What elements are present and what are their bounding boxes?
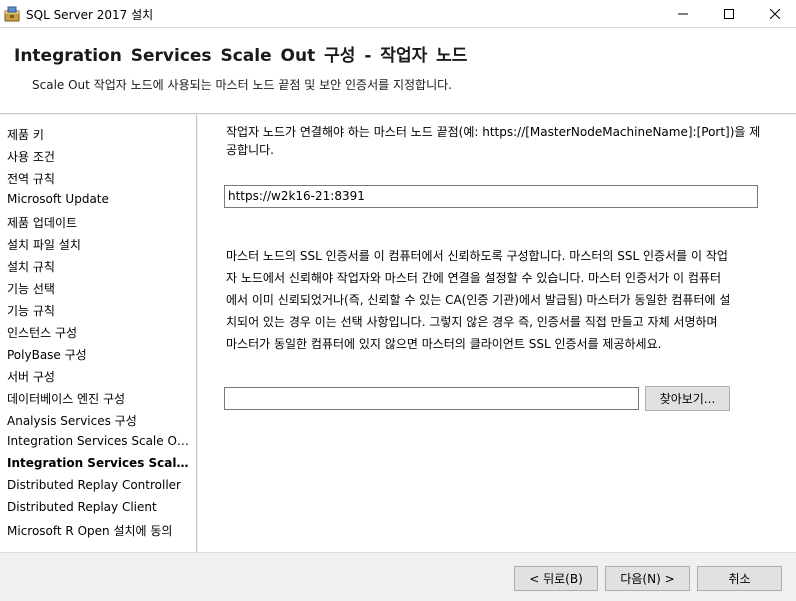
sidebar-item-microsoft-update[interactable]: Microsoft Update [7,192,193,206]
certificate-description: 마스터 노드의 SSL 인증서를 이 컴퓨터에서 신뢰하도록 구성합니다. 마스… [226,245,730,355]
sidebar-item-distributed-replay-client[interactable]: Distributed Replay Client [7,500,193,514]
page-title: Integration Services Scale Out 구성 - 작업자 … [14,46,468,66]
sidebar-item-scale-out-master[interactable]: Integration Services Scale Out ... [7,434,193,448]
sidebar-item-instance-configuration[interactable]: 인스턴스 구성 [7,324,193,341]
sidebar-item-product-key[interactable]: 제품 키 [7,126,193,143]
sidebar-item-install-setup-files[interactable]: 설치 파일 설치 [7,236,193,253]
next-button[interactable]: 다음(N) > [605,566,690,591]
certificate-description-line: 자 노드에서 신뢰해야 작업자와 마스터 간에 연결을 설정할 수 있습니다. … [226,271,722,285]
sidebar-item-server-configuration[interactable]: 서버 구성 [7,368,193,385]
sidebar-item-feature-selection[interactable]: 기능 선택 [7,280,193,297]
setup-steps-sidebar: 제품 키 사용 조건 전역 규칙 Microsoft Update 제품 업데이… [0,115,197,552]
sidebar-item-distributed-replay-controller[interactable]: Distributed Replay Controller [7,478,193,492]
endpoint-instruction-line: 공합니다. [226,143,274,157]
page-subtitle: Scale Out 작업자 노드에 사용되는 마스터 노드 끝점 및 보안 인증… [32,78,452,92]
sidebar-item-install-rules[interactable]: 설치 규칙 [7,258,193,275]
minimize-icon [678,13,688,15]
certificate-description-line: 치되어 있는 경우 이는 선택 사항입니다. 그렇지 않은 경우 즉, 인증서를… [226,315,718,329]
sidebar-item-scale-out-worker[interactable]: Integration Services Scale O... [7,456,193,470]
sidebar-item-database-engine-configuration[interactable]: 데이터베이스 엔진 구성 [7,390,193,407]
sql-server-setup-icon [4,6,20,22]
sidebar-item-analysis-services-configuration[interactable]: Analysis Services 구성 [7,412,193,429]
window-title: SQL Server 2017 설치 [26,8,154,22]
cancel-button[interactable]: 취소 [697,566,782,591]
page-header: Integration Services Scale Out 구성 - 작업자 … [0,28,796,114]
certificate-description-line: 마스터 노드의 SSL 인증서를 이 컴퓨터에서 신뢰하도록 구성합니다. 마스… [226,249,728,263]
maximize-button[interactable] [706,0,752,28]
sidebar-item-microsoft-r-open-consent[interactable]: Microsoft R Open 설치에 동의 [7,522,193,539]
certificate-description-line: 마스터가 동일한 컴퓨터에 있지 않으면 마스터의 클라이언트 SSL 인증서를… [226,337,662,351]
window-titlebar: SQL Server 2017 설치 [0,0,796,28]
endpoint-instruction-line: 작업자 노드가 연결해야 하는 마스터 노드 끝점(예: https://[Ma… [226,125,761,139]
sidebar-item-license-terms[interactable]: 사용 조건 [7,148,193,165]
close-icon [770,9,780,19]
certificate-path-input[interactable] [224,387,639,410]
sidebar-item-polybase-configuration[interactable]: PolyBase 구성 [7,346,193,363]
minimize-button[interactable] [660,0,706,28]
sidebar-item-product-updates[interactable]: 제품 업데이트 [7,214,193,231]
close-button[interactable] [752,0,796,28]
back-button[interactable]: < 뒤로(B) [514,566,598,591]
certificate-description-line: 에서 이미 신뢰되었거나(즉, 신뢰할 수 있는 CA(인증 기관)에서 발급됨… [226,293,731,307]
master-endpoint-input[interactable]: https://w2k16-21:8391 [224,185,758,208]
wizard-footer: < 뒤로(B) 다음(N) > 취소 [0,552,796,601]
maximize-icon [724,9,734,19]
main-content: 작업자 노드가 연결해야 하는 마스터 노드 끝점(예: https://[Ma… [198,115,796,552]
endpoint-instruction-label: 작업자 노드가 연결해야 하는 마스터 노드 끝점(예: https://[Ma… [226,123,760,159]
browse-button[interactable]: 찾아보기... [645,386,730,411]
sidebar-item-feature-rules[interactable]: 기능 규칙 [7,302,193,319]
sidebar-item-global-rules[interactable]: 전역 규칙 [7,170,193,187]
